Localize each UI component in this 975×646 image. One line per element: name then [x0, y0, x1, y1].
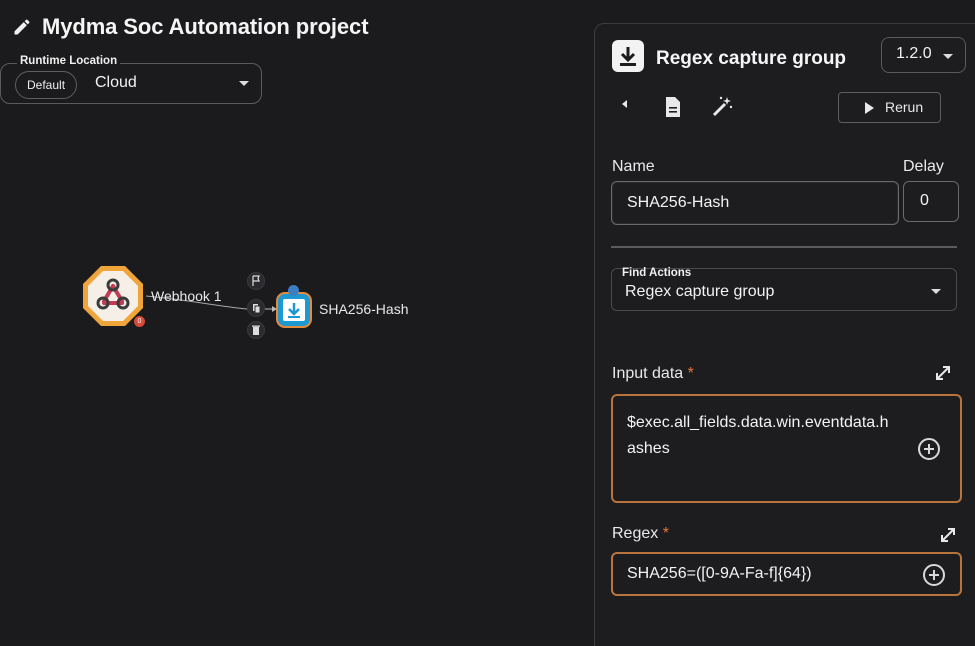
input-data-line-2: ashes: [627, 440, 670, 457]
collapse-arrow-icon[interactable]: [620, 97, 630, 116]
runtime-default-chip: Default: [15, 71, 78, 99]
input-data-line-1: $exec.all_fields.data.win.eventdata.h: [627, 414, 889, 431]
input-data-field[interactable]: $exec.all_fields.data.win.eventdata.h as…: [611, 394, 962, 503]
name-value: SHA256-Hash: [627, 194, 730, 211]
action-config-panel: Regex capture group 1.2.0 Rerun Name Del…: [594, 23, 975, 646]
find-actions-value: Regex capture group: [625, 283, 775, 300]
required-mark: *: [662, 525, 669, 542]
delete-icon[interactable]: [247, 321, 265, 339]
node-selected-dot: [288, 285, 299, 296]
find-actions-label: Find Actions: [622, 267, 692, 279]
add-variable-icon[interactable]: [918, 438, 940, 460]
download-icon: [283, 299, 305, 321]
delay-value: 0: [920, 192, 929, 209]
name-field[interactable]: SHA256-Hash: [611, 181, 899, 225]
regex-value: SHA256=([0-9A-Fa-f]{64}): [627, 565, 812, 582]
input-data-label-text: Input data: [612, 365, 684, 382]
rerun-label: Rerun: [885, 99, 924, 115]
rerun-button[interactable]: Rerun: [838, 92, 941, 123]
sha256-hash-node[interactable]: [276, 292, 312, 328]
divider: [611, 246, 957, 248]
required-mark: *: [687, 365, 694, 382]
download-icon: [612, 40, 644, 72]
add-variable-icon[interactable]: [923, 564, 945, 586]
pencil-icon[interactable]: [12, 17, 32, 37]
page-title: Mydma Soc Automation project: [42, 14, 369, 39]
delay-field[interactable]: 0: [903, 181, 959, 222]
runtime-location-select[interactable]: Runtime Location Default Cloud: [0, 55, 262, 104]
play-icon: [865, 102, 874, 114]
header: Mydma Soc Automation project: [12, 14, 369, 40]
webhook-node-label: Webhook 1: [151, 288, 222, 304]
document-icon[interactable]: [663, 96, 683, 123]
magic-wand-icon[interactable]: [710, 95, 734, 124]
version-value: 1.2.0: [896, 45, 932, 62]
expand-icon[interactable]: [939, 526, 957, 544]
flag-icon[interactable]: [247, 272, 265, 290]
name-label: Name: [612, 158, 655, 175]
input-data-label: Input data *: [612, 365, 694, 383]
sha256-node-label: SHA256-Hash: [319, 301, 409, 317]
webhook-status-badge: 0: [133, 315, 146, 328]
find-actions-select[interactable]: Find Actions Regex capture group: [611, 267, 957, 311]
regex-label-text: Regex: [612, 525, 659, 542]
chevron-down-icon: [239, 81, 249, 86]
regex-label: Regex *: [612, 525, 669, 543]
regex-field[interactable]: SHA256=([0-9A-Fa-f]{64}): [611, 552, 962, 596]
delay-label: Delay: [903, 158, 944, 175]
copy-icon[interactable]: [247, 299, 265, 317]
version-select[interactable]: 1.2.0: [881, 37, 966, 73]
chevron-down-icon: [943, 54, 953, 59]
runtime-location-label: Runtime Location: [17, 55, 121, 67]
runtime-location-value: Cloud: [95, 74, 137, 91]
action-title: Regex capture group: [656, 48, 847, 69]
expand-icon[interactable]: [934, 364, 952, 382]
chevron-down-icon: [931, 289, 941, 294]
